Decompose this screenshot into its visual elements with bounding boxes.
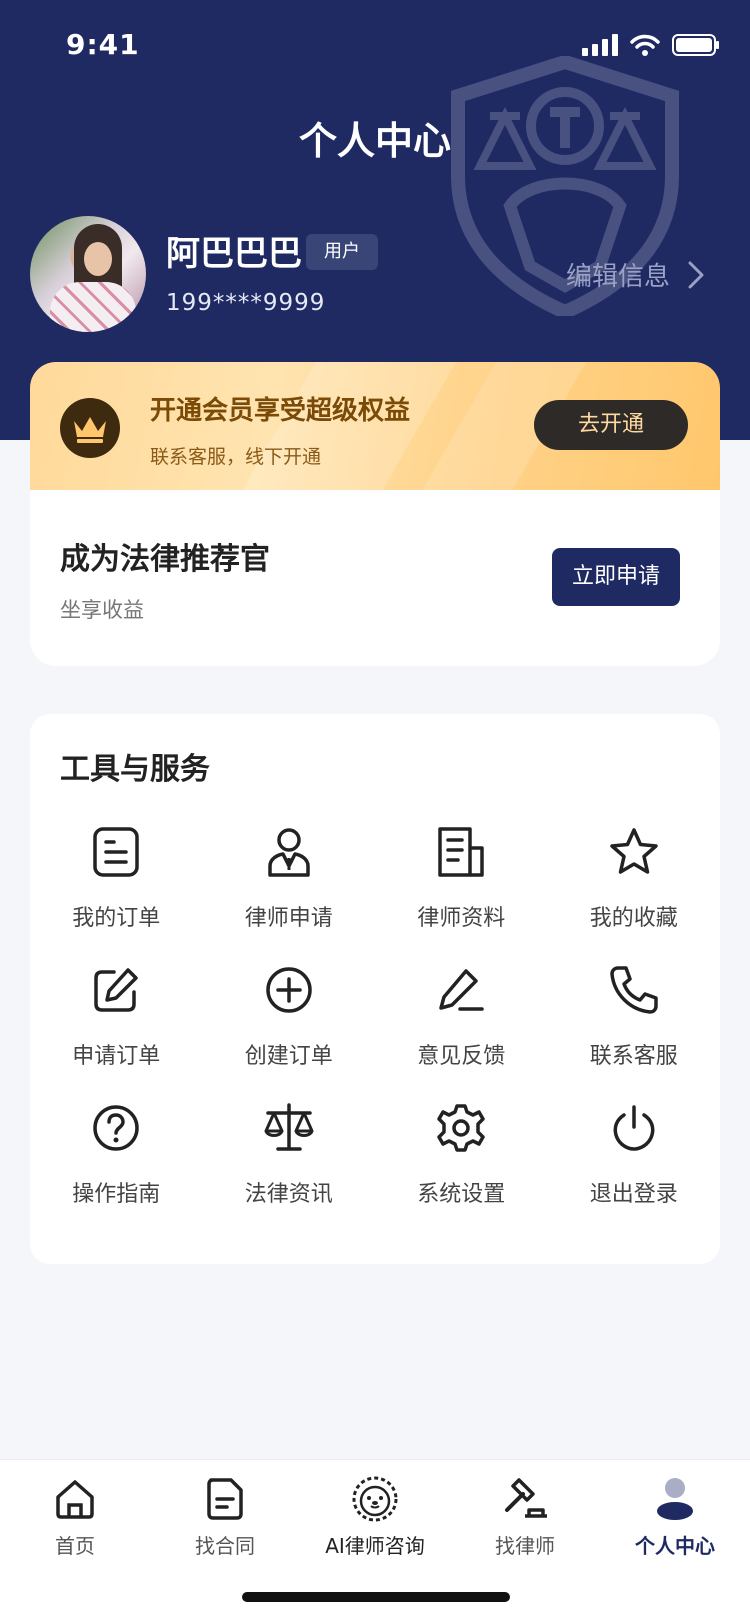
tab-label: 个人中心: [635, 1534, 715, 1558]
status-icons: [582, 34, 720, 56]
tab-label: 首页: [55, 1534, 95, 1558]
edit-icon: [88, 962, 144, 1018]
signal-icon: [582, 34, 618, 56]
power-icon: [606, 1100, 662, 1156]
pencil-icon: [433, 962, 489, 1018]
wifi-icon: [630, 34, 660, 56]
tool-label: 申请订单: [72, 1044, 161, 1069]
referral-title: 成为法律推荐官: [60, 542, 270, 577]
tool-contact-support[interactable]: 联系客服: [548, 956, 721, 1094]
tools-services-card: 工具与服务 我的订单 律师申请 律师资料 我的收藏 申请订单 创建订单 意见反馈…: [30, 714, 720, 1264]
crown-icon: [60, 398, 120, 458]
order-icon: [88, 824, 144, 880]
tab-label: 找律师: [495, 1534, 555, 1558]
status-bar: 9:41: [0, 0, 750, 88]
tool-create-order[interactable]: 创建订单: [203, 956, 376, 1094]
tool-label: 退出登录: [589, 1182, 678, 1207]
user-name: 阿巴巴巴: [166, 234, 302, 274]
tab-home[interactable]: 首页: [0, 1460, 150, 1559]
gavel-icon: [500, 1474, 550, 1524]
tool-my-orders[interactable]: 我的订单: [30, 818, 203, 956]
tool-label: 操作指南: [72, 1182, 161, 1207]
scales-icon: [261, 1100, 317, 1156]
referral-card: 成为法律推荐官 坐享收益 立即申请: [30, 490, 720, 666]
tool-label: 法律资讯: [244, 1182, 333, 1207]
tool-label: 我的收藏: [589, 906, 678, 931]
home-icon: [50, 1474, 100, 1524]
chevron-right-icon: [688, 261, 704, 288]
phone-icon: [606, 962, 662, 1018]
tab-label: AI律师咨询: [325, 1534, 425, 1558]
edit-info-link[interactable]: 编辑信息: [566, 256, 704, 293]
tool-label: 系统设置: [417, 1182, 506, 1207]
vip-card: 开通会员享受超级权益 联系客服，线下开通 去开通: [30, 362, 720, 490]
tool-label: 联系客服: [589, 1044, 678, 1069]
help-icon: [88, 1100, 144, 1156]
battery-icon: [672, 34, 719, 56]
tool-lawyer-profile[interactable]: 律师资料: [375, 818, 548, 956]
edit-info-label: 编辑信息: [565, 262, 670, 292]
tools-title: 工具与服务: [60, 752, 210, 787]
open-vip-button[interactable]: 去开通: [534, 400, 688, 450]
lion-icon: [350, 1474, 400, 1524]
tool-my-favorites[interactable]: 我的收藏: [548, 818, 721, 956]
tool-label: 意见反馈: [417, 1044, 506, 1069]
tools-grid: 我的订单 律师申请 律师资料 我的收藏 申请订单 创建订单 意见反馈 联系客服 …: [30, 818, 720, 1232]
role-badge: 用户: [306, 234, 378, 270]
tool-label: 我的订单: [72, 906, 161, 931]
tool-label: 律师申请: [244, 906, 333, 931]
home-indicator: [242, 1592, 510, 1602]
vip-title: 开通会员享受超级权益: [150, 396, 411, 426]
tab-label: 找合同: [195, 1534, 255, 1558]
user-phone: 199****9999: [166, 290, 326, 316]
vip-subtitle: 联系客服，线下开通: [150, 446, 322, 468]
tool-legal-news[interactable]: 法律资讯: [203, 1094, 376, 1232]
gear-icon: [433, 1100, 489, 1156]
plus-circle-icon: [261, 962, 317, 1018]
avatar[interactable]: [30, 216, 146, 332]
tab-contracts[interactable]: 找合同: [150, 1460, 300, 1559]
star-icon: [606, 824, 662, 880]
referral-subtitle: 坐享收益: [60, 598, 144, 622]
document-icon: [433, 824, 489, 880]
contract-icon: [200, 1474, 250, 1524]
tool-feedback[interactable]: 意见反馈: [375, 956, 548, 1094]
tool-guide[interactable]: 操作指南: [30, 1094, 203, 1232]
tab-find-lawyer[interactable]: 找律师: [450, 1460, 600, 1559]
tab-profile[interactable]: 个人中心: [600, 1460, 750, 1559]
status-time: 9:41: [66, 28, 140, 61]
tool-label: 律师资料: [417, 906, 506, 931]
tab-ai-lawyer[interactable]: AI律师咨询: [300, 1460, 450, 1559]
tool-label: 创建订单: [244, 1044, 333, 1069]
apply-now-button[interactable]: 立即申请: [552, 548, 680, 606]
page-title: 个人中心: [298, 119, 451, 163]
tool-lawyer-apply[interactable]: 律师申请: [203, 818, 376, 956]
user-icon: [650, 1474, 700, 1524]
lawyer-icon: [261, 824, 317, 880]
tool-logout[interactable]: 退出登录: [548, 1094, 721, 1232]
tool-apply-order[interactable]: 申请订单: [30, 956, 203, 1094]
tool-settings[interactable]: 系统设置: [375, 1094, 548, 1232]
